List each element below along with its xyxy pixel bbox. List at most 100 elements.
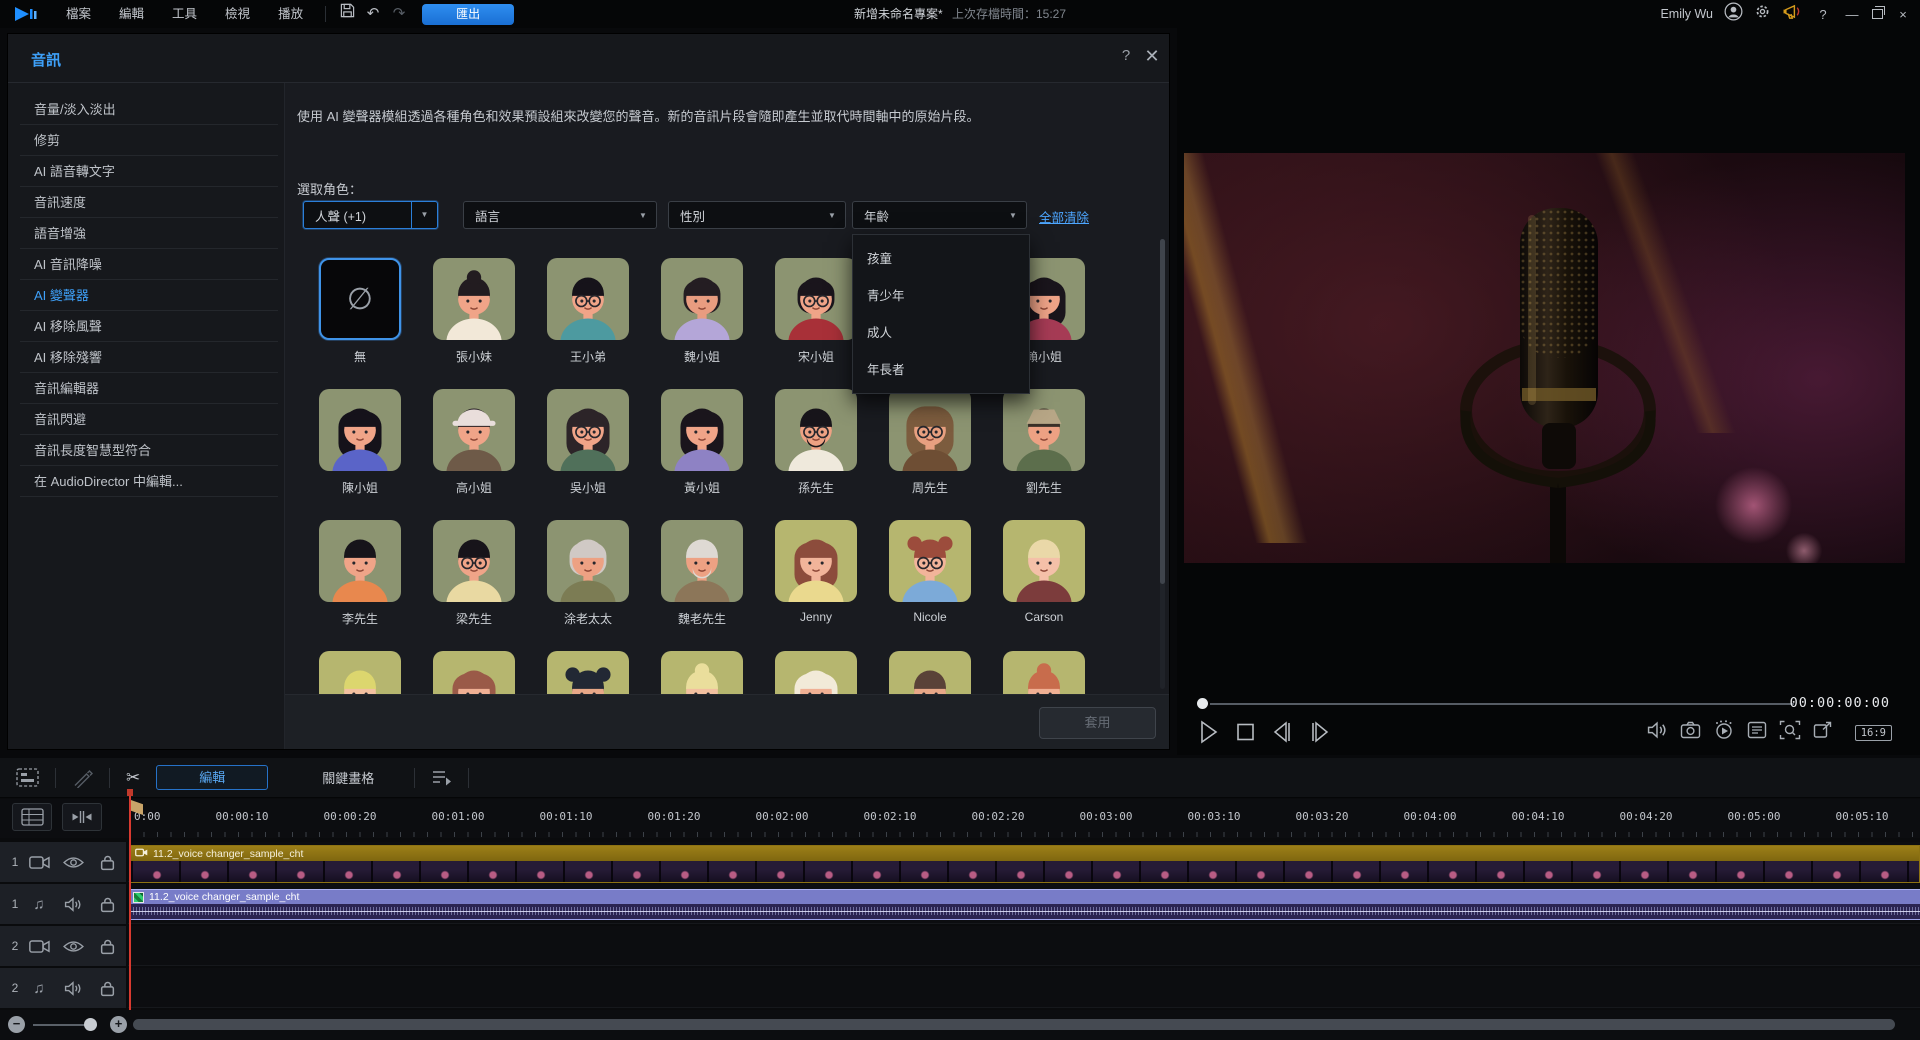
character-tile[interactable] [547,258,629,340]
tab-edit[interactable]: 編輯 [156,765,268,790]
sidebar-item[interactable]: 音訊速度 [20,187,278,218]
play-button[interactable] [1199,720,1219,749]
sidebar-item[interactable]: 音訊編輯器 [20,373,278,404]
zoom-in-button[interactable]: + [110,1016,127,1033]
undock-preview-icon[interactable] [1813,721,1833,744]
sidebar-item[interactable]: 音量/淡入淡出 [20,94,278,125]
panel-help-icon[interactable]: ? [1116,47,1136,64]
speaker-icon[interactable] [56,897,90,912]
window-restore-icon[interactable] [1872,9,1883,19]
snapshot-camera-icon[interactable] [1680,721,1701,744]
previous-frame-button[interactable] [1271,720,1293,749]
track-lane[interactable]: 11.2_voice changer_sample_cht [128,842,1920,882]
announcement-megaphone-icon[interactable] [1782,3,1803,25]
sidebar-item[interactable]: AI 移除殘響 [20,342,278,373]
menu-item[interactable]: 檢視 [211,0,264,28]
sidebar-item[interactable]: 修剪 [20,125,278,156]
playhead-top-marker[interactable] [127,789,133,796]
character-tile[interactable] [433,389,515,471]
volume-icon[interactable] [1647,721,1668,744]
snap-marker-button[interactable] [62,803,102,831]
panel-scrollbar-thumb[interactable] [1160,239,1165,584]
apply-button[interactable]: 套用 [1039,707,1156,739]
preview-quality-icon[interactable] [1713,720,1735,745]
visibility-eye-icon[interactable] [56,939,90,954]
character-tile[interactable] [319,651,401,696]
track-manager-icon[interactable] [16,768,39,787]
character-none-tile[interactable]: ∅ [319,258,401,340]
character-tile[interactable] [1003,389,1085,471]
character-tile[interactable] [889,389,971,471]
next-frame-button[interactable] [1309,720,1331,749]
character-tile[interactable] [433,520,515,602]
aspect-ratio-badge[interactable]: 16:9 [1855,725,1892,741]
character-tile[interactable] [661,389,743,471]
character-tile[interactable] [889,651,971,696]
window-minimize-icon[interactable]: — [1843,7,1861,22]
seek-handle[interactable] [1197,698,1208,709]
age-menu-option[interactable]: 年長者 [853,352,1029,389]
undo-icon[interactable]: ↶ [360,1,386,27]
zoom-preview-icon[interactable] [1779,720,1801,745]
clear-all-link[interactable]: 全部清除 [1039,207,1089,226]
settings-gear-icon[interactable] [1754,3,1771,25]
sidebar-item[interactable]: AI 移除風聲 [20,311,278,342]
seek-bar[interactable] [1210,703,1794,705]
speaker-icon[interactable] [56,981,90,996]
character-tile[interactable] [775,651,857,696]
character-tile[interactable] [1003,651,1085,696]
playhead-line[interactable] [129,796,131,1010]
timeline-view-button[interactable] [12,803,52,831]
sidebar-item[interactable]: 語音增強 [20,218,278,249]
character-tile[interactable] [319,389,401,471]
video-clip[interactable]: 11.2_voice changer_sample_cht [130,845,1920,883]
filter-dropdown[interactable]: 性別▼ [668,201,846,229]
tab-keyframe[interactable]: 關鍵畫格 [298,768,398,787]
zoom-slider-handle[interactable] [84,1018,97,1031]
sidebar-item[interactable]: 在 AudioDirector 中編輯... [20,466,278,497]
character-tile[interactable] [775,389,857,471]
character-tile[interactable] [775,520,857,602]
menu-item[interactable]: 檔案 [52,0,105,28]
age-menu-option[interactable]: 成人 [853,315,1029,352]
filter-dropdown[interactable]: 語言▼ [463,201,657,229]
panel-scrollbar[interactable] [1160,239,1165,689]
window-close-icon[interactable]: × [1894,7,1912,22]
menu-item[interactable]: 編輯 [105,0,158,28]
lock-icon[interactable] [90,896,124,913]
filter-dropdown[interactable]: 年齡▼ [852,201,1027,229]
character-tile[interactable] [661,651,743,696]
character-tile[interactable] [661,520,743,602]
filter-dropdown[interactable]: 人聲 (+1)▼ [303,201,438,229]
production-notes-icon[interactable] [1747,721,1767,744]
character-tile[interactable] [661,258,743,340]
stop-button[interactable] [1235,720,1255,749]
redo-icon[interactable]: ↷ [386,1,412,27]
character-tile[interactable] [433,258,515,340]
character-tile[interactable] [547,389,629,471]
jump-to-edit-icon[interactable] [431,769,452,787]
user-avatar-icon[interactable] [1724,2,1743,26]
menu-item[interactable]: 播放 [264,0,317,28]
character-tile[interactable] [889,520,971,602]
lock-icon[interactable] [90,854,124,871]
menu-item[interactable]: 工具 [158,0,211,28]
audio-clip[interactable]: 11.2_voice changer_sample_cht [130,889,1920,920]
character-tile[interactable] [1003,520,1085,602]
sidebar-item[interactable]: 音訊閃避 [20,404,278,435]
lock-icon[interactable] [90,980,124,997]
track-lane[interactable]: 11.2_voice changer_sample_cht [128,884,1920,924]
help-icon[interactable]: ? [1814,7,1832,22]
razor-tool-icon[interactable] [72,768,93,788]
character-tile[interactable] [319,520,401,602]
character-tile[interactable] [433,651,515,696]
save-icon[interactable] [334,1,360,27]
character-tile[interactable] [547,520,629,602]
sidebar-item[interactable]: AI 語音轉文字 [20,156,278,187]
character-tile[interactable] [775,258,857,340]
track-lane[interactable] [128,926,1920,966]
sidebar-item[interactable]: AI 音訊降噪 [20,249,278,280]
character-tile[interactable] [547,651,629,696]
split-scissors-icon[interactable]: ✂ [126,768,140,788]
panel-close-icon[interactable]: ✕ [1142,46,1162,67]
